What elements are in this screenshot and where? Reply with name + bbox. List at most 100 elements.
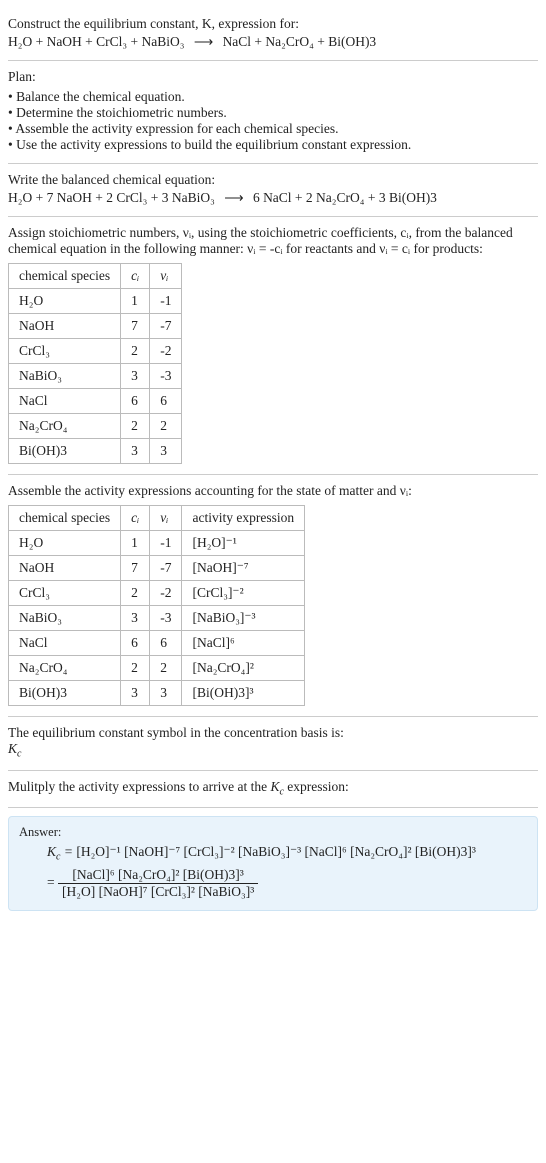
cell-activity: [Na₂CrO₄]² (182, 656, 305, 681)
cell-ci: 3 (121, 606, 150, 631)
cell-species: NaBiO₃ (9, 364, 121, 389)
stoich-table: chemical species cᵢ νᵢ H₂O1-1 NaOH7-7 Cr… (8, 263, 182, 464)
table-row: H₂O1-1[H₂O]⁻¹ (9, 531, 305, 556)
cell-species: NaOH (9, 556, 121, 581)
cell-vi: -7 (150, 556, 182, 581)
cell-vi: -1 (150, 531, 182, 556)
question-section: Construct the equilibrium constant, K, e… (8, 8, 538, 61)
cell-ci: 1 (121, 289, 150, 314)
table-row: NaCl66[NaCl]⁶ (9, 631, 305, 656)
kc-numerator: [NaCl]⁶ [Na₂CrO₄]² [Bi(OH)3]³ (58, 867, 258, 884)
kc-symbol: Kc (8, 741, 538, 760)
cell-species: H₂O (9, 289, 121, 314)
cell-ci: 2 (121, 656, 150, 681)
cell-species: NaBiO₃ (9, 606, 121, 631)
cell-ci: 1 (121, 531, 150, 556)
cell-vi: -2 (150, 339, 182, 364)
balanced-title: Write the balanced chemical equation: (8, 172, 538, 188)
question-text: Construct the equilibrium constant, K, e… (8, 16, 299, 31)
col-vi: νᵢ (150, 506, 182, 531)
table-row: Bi(OH)333 (9, 439, 182, 464)
cell-activity: [Bi(OH)3]³ (182, 681, 305, 706)
reaction-arrow-icon: ⟶ (188, 34, 219, 49)
answer-label: Answer: (19, 825, 527, 840)
col-activity: activity expression (182, 506, 305, 531)
table-row: NaCl66 (9, 389, 182, 414)
kc-denominator: [H₂O] [NaOH]⁷ [CrCl₃]² [NaBiO₃]³ (58, 884, 258, 900)
question-line1: Construct the equilibrium constant, K, e… (8, 16, 538, 32)
cell-species: H₂O (9, 531, 121, 556)
plan-section: Plan: Balance the chemical equation. Det… (8, 61, 538, 164)
cell-ci: 2 (121, 581, 150, 606)
answer-box: Answer: Kc = [H₂O]⁻¹ [NaOH]⁻⁷ [CrCl₃]⁻² … (8, 816, 538, 911)
cell-vi: 3 (150, 681, 182, 706)
cell-species: Na₂CrO₄ (9, 656, 121, 681)
col-vi: νᵢ (150, 264, 182, 289)
cell-activity: [NaOH]⁻⁷ (182, 556, 305, 581)
table-row: NaOH7-7 (9, 314, 182, 339)
stoich-section: Assign stoichiometric numbers, νᵢ, using… (8, 217, 538, 475)
table-header-row: chemical species cᵢ νᵢ activity expressi… (9, 506, 305, 531)
table-row: CrCl₃2-2[CrCl₃]⁻² (9, 581, 305, 606)
kc-fraction: [NaCl]⁶ [Na₂CrO₄]² [Bi(OH)3]³ [H₂O] [NaO… (58, 867, 258, 900)
cell-activity: [H₂O]⁻¹ (182, 531, 305, 556)
cell-species: Bi(OH)3 (9, 439, 121, 464)
cell-species: NaOH (9, 314, 121, 339)
cell-ci: 3 (121, 681, 150, 706)
unbalanced-equation: H₂O + NaOH + CrCl₃ + NaBiO₃ ⟶ NaCl + Na₂… (8, 34, 538, 50)
cell-vi: 2 (150, 656, 182, 681)
cell-vi: 2 (150, 414, 182, 439)
kc-equals: Kc = (47, 844, 76, 859)
cell-species: Bi(OH)3 (9, 681, 121, 706)
kc-fraction-line: = [NaCl]⁶ [Na₂CrO₄]² [Bi(OH)3]³ [H₂O] [N… (19, 867, 527, 900)
cell-activity: [CrCl₃]⁻² (182, 581, 305, 606)
cell-activity: [NaCl]⁶ (182, 631, 305, 656)
kc-expression: Kc = [H₂O]⁻¹ [NaOH]⁻⁷ [CrCl₃]⁻² [NaBiO₃]… (19, 844, 527, 863)
table-row: NaOH7-7[NaOH]⁻⁷ (9, 556, 305, 581)
balanced-section: Write the balanced chemical equation: H₂… (8, 164, 538, 217)
equals-sign: = (47, 875, 55, 890)
cell-ci: 7 (121, 556, 150, 581)
cell-species: CrCl₃ (9, 581, 121, 606)
plan-item: Balance the chemical equation. (8, 89, 538, 105)
cell-vi: 3 (150, 439, 182, 464)
balanced-equation: H₂O + 7 NaOH + 2 CrCl₃ + 3 NaBiO₃ ⟶ 6 Na… (8, 190, 538, 206)
multiply-section: Mulitply the activity expressions to arr… (8, 771, 538, 809)
reaction-lhs: H₂O + NaOH + CrCl₃ + NaBiO₃ (8, 34, 184, 49)
balanced-lhs: H₂O + 7 NaOH + 2 CrCl₃ + 3 NaBiO₃ (8, 190, 215, 205)
cell-vi: -7 (150, 314, 182, 339)
multiply-line: Mulitply the activity expressions to arr… (8, 779, 538, 798)
plan-item: Assemble the activity expression for eac… (8, 121, 538, 137)
col-ci: cᵢ (121, 264, 150, 289)
plan-item: Determine the stoichiometric numbers. (8, 105, 538, 121)
cell-ci: 3 (121, 364, 150, 389)
reaction-arrow-icon: ⟶ (218, 190, 249, 205)
kc-symbol-section: The equilibrium constant symbol in the c… (8, 717, 538, 771)
stoich-intro: Assign stoichiometric numbers, νᵢ, using… (8, 225, 538, 257)
table-header-row: chemical species cᵢ νᵢ (9, 264, 182, 289)
plan-item: Use the activity expressions to build th… (8, 137, 538, 153)
table-row: H₂O1-1 (9, 289, 182, 314)
plan-title: Plan: (8, 69, 538, 85)
col-species: chemical species (9, 506, 121, 531)
cell-vi: -2 (150, 581, 182, 606)
kc-product: [H₂O]⁻¹ [NaOH]⁻⁷ [CrCl₃]⁻² [NaBiO₃]⁻³ [N… (76, 844, 476, 859)
cell-vi: -1 (150, 289, 182, 314)
cell-ci: 3 (121, 439, 150, 464)
cell-species: Na₂CrO₄ (9, 414, 121, 439)
cell-species: NaCl (9, 631, 121, 656)
cell-vi: 6 (150, 631, 182, 656)
kc-symbol-intro: The equilibrium constant symbol in the c… (8, 725, 538, 741)
col-species: chemical species (9, 264, 121, 289)
table-row: NaBiO₃3-3 (9, 364, 182, 389)
cell-vi: 6 (150, 389, 182, 414)
activity-section: Assemble the activity expressions accoun… (8, 475, 538, 717)
cell-species: CrCl₃ (9, 339, 121, 364)
table-row: Na₂CrO₄22[Na₂CrO₄]² (9, 656, 305, 681)
cell-ci: 6 (121, 631, 150, 656)
cell-activity: [NaBiO₃]⁻³ (182, 606, 305, 631)
cell-vi: -3 (150, 364, 182, 389)
cell-ci: 6 (121, 389, 150, 414)
table-row: Bi(OH)333[Bi(OH)3]³ (9, 681, 305, 706)
table-row: CrCl₃2-2 (9, 339, 182, 364)
